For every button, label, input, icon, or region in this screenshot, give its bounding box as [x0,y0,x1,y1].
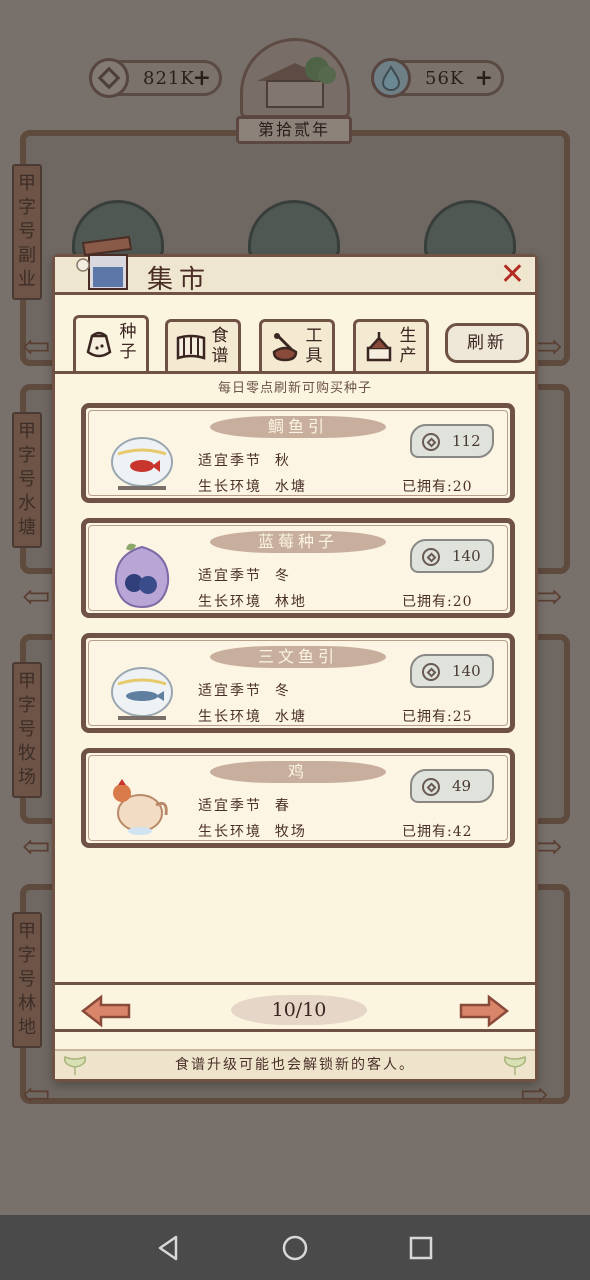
shop-item-card[interactable]: 鲷鱼引 适宜季节 秋 生长环境 水塘 112 已拥有:20 [81,403,515,503]
market-header: 集市 ✕ [55,235,535,295]
environment-label: 生长环境 林地 [198,594,307,610]
shop-item-card[interactable]: 蓝莓种子 适宜季节 冬 生长环境 林地 140 已拥有:20 [81,518,515,618]
tab-production[interactable]: 生产 [353,319,429,371]
back-icon[interactable] [154,1233,184,1263]
environment-value: 林地 [274,594,307,610]
pager-divider [55,982,535,985]
season-label: 适宜季节 秋 [198,453,291,469]
tab-recipes[interactable]: 食谱 [165,319,241,371]
pavilion-emblem-icon[interactable] [240,38,350,118]
next-page-arrow-icon[interactable] [459,993,509,1029]
shop-item-card[interactable]: 三文鱼引 适宜季节 冬 生长环境 水塘 140 已拥有:25 [81,633,515,733]
copper-coin-counter[interactable]: 821K + [89,58,222,98]
season-value: 冬 [274,683,291,699]
season-label: 适宜季节 春 [198,798,291,814]
copper-coin-icon [422,778,440,796]
water-drop-icon [371,58,411,98]
home-icon[interactable] [280,1233,310,1263]
tab-tools-label: 工具 [305,326,323,366]
buy-price-button[interactable]: 112 [410,424,494,458]
production-icon [366,332,392,362]
buy-price-button[interactable]: 140 [410,539,494,573]
copper-coin-icon [89,58,129,98]
item-name: 三文鱼引 [210,646,386,668]
bg-side-label: 甲字号林地 [12,912,42,1048]
environment-label: 生长环境 水塘 [198,709,307,725]
bg-side-label: 甲字号副业 [12,164,42,300]
water-value: 56K [425,67,465,89]
price-value: 140 [452,662,481,680]
page-indicator: 10/10 [231,995,367,1025]
bg-arrow-right-icon: ⇨ [534,577,563,617]
add-coins-plus-icon[interactable]: + [193,65,211,91]
owned-count: 已拥有:25 [402,709,473,725]
season-label: 适宜季节 冬 [198,683,291,699]
system-nav-bar [0,1215,590,1280]
shop-item-card[interactable]: 鸡 适宜季节 春 生长环境 牧场 49 已拥有:42 [81,748,515,848]
chicken-icon [113,779,168,835]
bg-side-label: 甲字号牧场 [12,662,42,798]
tools-icon [272,333,298,362]
owned-count: 已拥有:42 [402,824,473,840]
tab-divider [55,371,535,374]
seed-bag-icon [86,331,112,358]
close-icon[interactable]: ✕ [500,259,525,291]
market-stall-icon [75,235,137,297]
bg-arrow-right-icon: ⇨ [520,1075,549,1115]
bg-arrow-left-icon: ⇦ [22,327,51,367]
bg-arrow-left-icon: ⇦ [22,1075,51,1115]
item-name: 蓝莓种子 [210,531,386,553]
item-name: 鲷鱼引 [210,416,386,438]
recents-icon[interactable] [406,1233,436,1263]
bg-arrow-left-icon: ⇦ [22,577,51,617]
buy-price-button[interactable]: 140 [410,654,494,688]
bg-arrow-left-icon: ⇦ [22,827,51,867]
price-value: 49 [452,777,472,795]
bg-arrow-right-icon: ⇨ [534,327,563,367]
item-name: 鸡 [210,761,386,783]
owned-count: 已拥有:20 [402,479,473,495]
add-water-plus-icon[interactable]: + [475,65,493,91]
environment-value: 水塘 [274,709,307,725]
blueberry-seed-icon [114,543,170,609]
refresh-button[interactable]: 刷新 [445,323,529,363]
season-value: 秋 [274,453,291,469]
environment-value: 牧场 [274,824,307,840]
tab-seeds[interactable]: 种子 [73,315,149,371]
tab-seeds-label: 种子 [119,322,137,362]
recipe-book-icon [176,334,206,360]
market-title: 集市 [147,265,212,295]
copper-coin-icon [422,548,440,566]
environment-value: 水塘 [274,479,307,495]
water-counter[interactable]: 56K + [371,58,504,98]
copper-coin-value: 821K [143,67,195,89]
tab-recipes-label: 食谱 [211,326,229,366]
tab-tools[interactable]: 工具 [259,319,335,371]
price-value: 140 [452,547,481,565]
salmon-bowl-icon [111,667,173,720]
copper-coin-icon [422,663,440,681]
tip-text: 食谱升级可能也会解锁新的客人。 [55,1049,535,1079]
bg-arrow-right-icon: ⇨ [534,827,563,867]
market-dialog: 集市 ✕ 种子 食谱 工具 生产 刷新 每日零点刷新可购买种子 鲷鱼引 适宜季节… [52,235,538,1082]
prev-page-arrow-icon[interactable] [81,993,131,1029]
price-value: 112 [452,432,481,450]
year-badge: 第拾贰年 [236,116,352,144]
refresh-hint: 每日零点刷新可购买种子 [217,381,372,396]
ginkgo-leaf-icon [503,1055,527,1075]
tab-production-label: 生产 [399,326,417,366]
bg-side-label: 甲字号水塘 [12,412,42,548]
environment-label: 生长环境 牧场 [198,824,307,840]
footer-divider [55,1029,535,1032]
season-value: 冬 [274,568,291,584]
copper-coin-icon [422,433,440,451]
owned-count: 已拥有:20 [402,594,473,610]
red-fish-bowl-icon [111,437,173,490]
season-value: 春 [274,798,291,814]
tab-bar: 种子 食谱 工具 生产 刷新 [73,315,529,373]
environment-label: 生长环境 水塘 [198,479,307,495]
season-label: 适宜季节 冬 [198,568,291,584]
ginkgo-leaf-icon [63,1055,87,1075]
buy-price-button[interactable]: 49 [410,769,494,803]
